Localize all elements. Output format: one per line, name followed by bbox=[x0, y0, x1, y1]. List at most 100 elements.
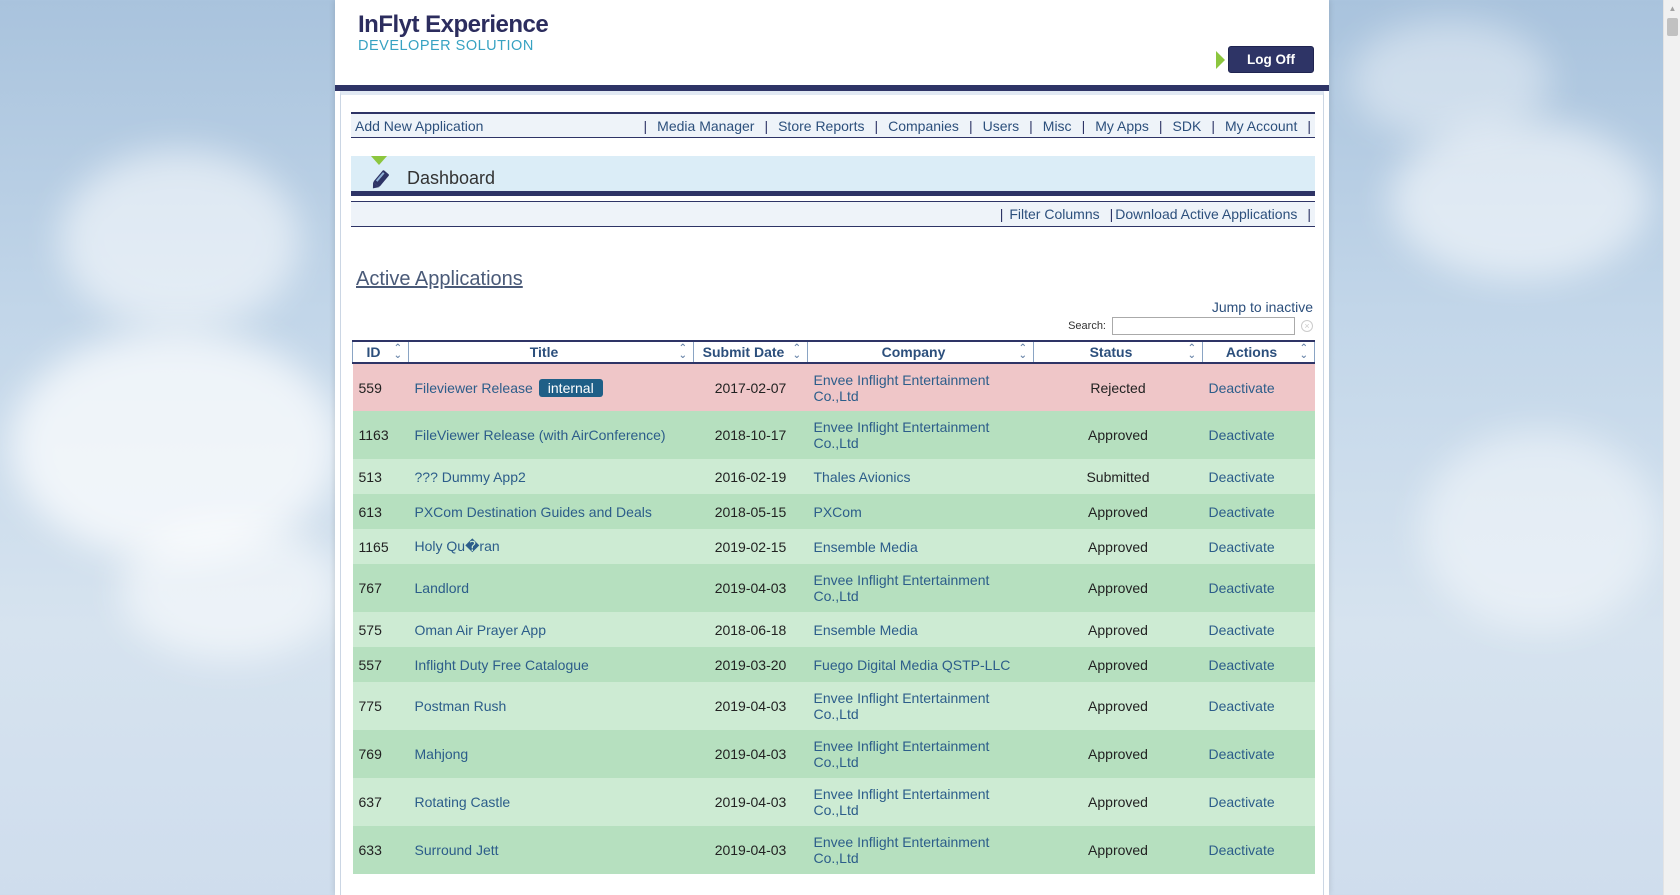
app-title-link[interactable]: ??? Dummy App2 bbox=[415, 469, 526, 485]
sort-icon[interactable]: ⌃ ⌄ bbox=[394, 344, 402, 361]
company-link[interactable]: PXCom bbox=[814, 504, 862, 520]
deactivate-link[interactable]: Deactivate bbox=[1209, 698, 1275, 714]
company-link[interactable]: Ensemble Media bbox=[814, 539, 918, 555]
scroll-up-icon[interactable]: ▲ bbox=[1664, 0, 1680, 17]
active-applications-heading[interactable]: Active Applications bbox=[356, 268, 523, 291]
nav-separator: | bbox=[1029, 117, 1033, 134]
nav-item-media-manager[interactable]: Media Manager bbox=[657, 118, 754, 134]
company-link[interactable]: Fuego Digital Media QSTP-LLC bbox=[814, 657, 1011, 673]
column-header-actions[interactable]: Actions ⌃ ⌄ bbox=[1202, 340, 1315, 364]
cell-status: Approved bbox=[1033, 612, 1203, 647]
deactivate-link[interactable]: Deactivate bbox=[1209, 539, 1275, 555]
cell-submit-date: 2016-02-19 bbox=[693, 459, 808, 494]
background-cloud bbox=[1420, 430, 1660, 630]
scrollbar-thumb[interactable] bbox=[1667, 18, 1678, 36]
nav-separator: | bbox=[874, 117, 879, 134]
cell-id: 633 bbox=[352, 826, 409, 874]
deactivate-link[interactable]: Deactivate bbox=[1209, 794, 1275, 810]
deactivate-link[interactable]: Deactivate bbox=[1209, 469, 1275, 485]
search-input[interactable] bbox=[1112, 317, 1295, 335]
company-link[interactable]: Envee Inflight Entertainment Co.,Ltd bbox=[814, 419, 990, 451]
cell-id: 769 bbox=[352, 730, 409, 778]
content-panel: Add New Application | Media Manager | Store… bbox=[340, 91, 1324, 895]
column-header-submit-date[interactable]: Submit Date ⌃ ⌄ bbox=[693, 340, 808, 364]
sort-icon[interactable]: ⌃ ⌄ bbox=[1019, 344, 1027, 361]
deactivate-link[interactable]: Deactivate bbox=[1209, 580, 1275, 596]
column-header-company[interactable]: Company ⌃ ⌄ bbox=[807, 340, 1034, 364]
column-header-label: Company bbox=[881, 344, 946, 360]
deactivate-link[interactable]: Deactivate bbox=[1209, 842, 1275, 858]
background-cloud bbox=[60, 150, 300, 330]
column-header-label: Submit Date bbox=[702, 344, 785, 360]
table-row: 557 Inflight Duty Free Catalogue 2019-03-2… bbox=[352, 647, 1315, 682]
app-title-link[interactable]: FileViewer Release (with AirConference) bbox=[415, 427, 666, 443]
nav-item-store-reports[interactable]: Store Reports bbox=[778, 118, 864, 134]
table-row: 513 ??? Dummy App2 2016-02-19 Thales Avioni… bbox=[352, 459, 1315, 494]
nav-item-misc[interactable]: Misc bbox=[1043, 118, 1072, 134]
column-header-status[interactable]: Status ⌃ ⌄ bbox=[1033, 340, 1203, 364]
nav-item-my-apps[interactable]: My Apps bbox=[1095, 118, 1149, 134]
app-title-link[interactable]: Fileviewer Release bbox=[415, 380, 533, 396]
column-header-id[interactable]: ID ⌃ ⌄ bbox=[352, 340, 409, 364]
app-title-link[interactable]: Mahjong bbox=[415, 746, 469, 762]
cell-title: Postman Rush bbox=[408, 682, 694, 730]
vertical-scrollbar[interactable]: ▲ bbox=[1663, 0, 1680, 895]
company-link[interactable]: Ensemble Media bbox=[814, 622, 918, 638]
company-link[interactable]: Envee Inflight Entertainment Co.,Ltd bbox=[814, 738, 990, 770]
app-title-link[interactable]: Landlord bbox=[415, 580, 470, 596]
cell-company: Envee Inflight Entertainment Co.,Ltd bbox=[807, 363, 1034, 411]
cell-company: Envee Inflight Entertainment Co.,Ltd bbox=[807, 564, 1034, 612]
deactivate-link[interactable]: Deactivate bbox=[1209, 504, 1275, 520]
cell-title: Holy Qu�ran bbox=[408, 529, 694, 564]
nav-add-application[interactable]: Add New Application bbox=[355, 118, 483, 134]
deactivate-link[interactable]: Deactivate bbox=[1209, 380, 1275, 396]
deactivate-link[interactable]: Deactivate bbox=[1209, 427, 1275, 443]
company-link[interactable]: Envee Inflight Entertainment Co.,Ltd bbox=[814, 572, 990, 604]
filter-columns-link[interactable]: Filter Columns bbox=[1009, 206, 1099, 222]
company-link[interactable]: Thales Avionics bbox=[814, 469, 911, 485]
sort-icon[interactable]: ⌃ ⌄ bbox=[679, 344, 687, 361]
deactivate-link[interactable]: Deactivate bbox=[1209, 622, 1275, 638]
cell-id: 613 bbox=[352, 494, 409, 529]
cell-id: 637 bbox=[352, 778, 409, 826]
logo-subtitle: DEVELOPER SOLUTION bbox=[358, 38, 534, 54]
cell-company: Ensemble Media bbox=[807, 529, 1034, 564]
deactivate-link[interactable]: Deactivate bbox=[1209, 746, 1275, 762]
deactivate-link[interactable]: Deactivate bbox=[1209, 657, 1275, 673]
table-header-row: ID ⌃ ⌄ Title ⌃ ⌄ Submit Date ⌃ ⌄ Company ⌃ ⌄ Status ⌃… bbox=[352, 340, 1315, 364]
logoff-button[interactable]: Log Off bbox=[1228, 46, 1314, 73]
sort-icon[interactable]: ⌃ ⌄ bbox=[1300, 344, 1308, 361]
company-link[interactable]: Envee Inflight Entertainment Co.,Ltd bbox=[814, 786, 990, 818]
sort-icon[interactable]: ⌃ ⌄ bbox=[793, 344, 801, 361]
app-title-link[interactable]: Rotating Castle bbox=[415, 794, 511, 810]
nav-separator: | bbox=[999, 206, 1004, 222]
jump-to-inactive-link[interactable]: Jump to inactive bbox=[1212, 299, 1313, 315]
company-link[interactable]: Envee Inflight Entertainment Co.,Ltd bbox=[814, 690, 990, 722]
background-cloud bbox=[1390, 120, 1650, 280]
company-link[interactable]: Envee Inflight Entertainment Co.,Ltd bbox=[814, 372, 990, 404]
nav-item-users[interactable]: Users bbox=[983, 118, 1020, 134]
app-title-link[interactable]: Surround Jett bbox=[415, 842, 499, 858]
company-link[interactable]: Envee Inflight Entertainment Co.,Ltd bbox=[814, 834, 990, 866]
nav-item-my-account[interactable]: My Account bbox=[1225, 118, 1297, 134]
app-title-link[interactable]: Holy Qu�ran bbox=[415, 538, 500, 554]
sort-icon[interactable]: ⌃ ⌄ bbox=[1188, 344, 1196, 361]
table-row: 767 Landlord 2019-04-03 Envee Inflight Ente… bbox=[352, 564, 1315, 612]
cell-actions: Deactivate bbox=[1202, 459, 1315, 494]
cell-id: 767 bbox=[352, 564, 409, 612]
triangle-marker-icon bbox=[371, 156, 387, 165]
app-title-link[interactable]: PXCom Destination Guides and Deals bbox=[415, 504, 652, 520]
download-active-apps-link[interactable]: Download Active Applications bbox=[1115, 206, 1297, 222]
nav-item-sdk[interactable]: SDK bbox=[1173, 118, 1202, 134]
column-header-title[interactable]: Title ⌃ ⌄ bbox=[408, 340, 694, 364]
clear-search-icon[interactable]: × bbox=[1301, 320, 1313, 332]
nav-item-companies[interactable]: Companies bbox=[888, 118, 959, 134]
nav-links: | Media Manager | Store Reports | Companies | U… bbox=[634, 118, 1315, 134]
background-cloud bbox=[120, 520, 340, 660]
column-header-label: Title bbox=[529, 344, 559, 360]
app-title-link[interactable]: Postman Rush bbox=[415, 698, 507, 714]
table-row: 769 Mahjong 2019-04-03 Envee Inflight Enter… bbox=[352, 730, 1315, 778]
app-title-link[interactable]: Oman Air Prayer App bbox=[415, 622, 547, 638]
cell-actions: Deactivate bbox=[1202, 826, 1315, 874]
app-title-link[interactable]: Inflight Duty Free Catalogue bbox=[415, 657, 589, 673]
